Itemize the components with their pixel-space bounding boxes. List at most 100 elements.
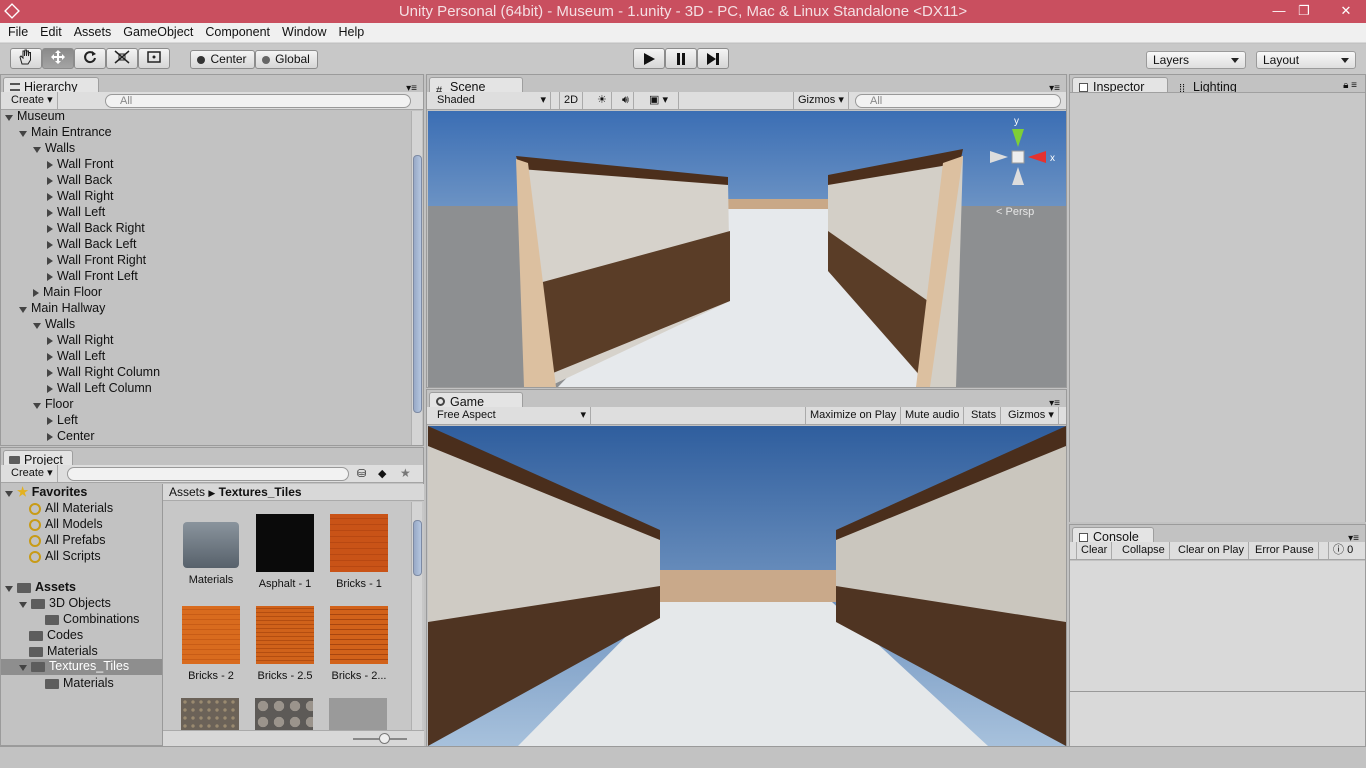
tree-item[interactable]: Wall Left	[47, 349, 105, 364]
global-toggle[interactable]: Global	[255, 50, 318, 69]
favorite-item[interactable]: All Scripts	[29, 549, 101, 564]
scene-search-input[interactable]: All	[855, 94, 1061, 108]
tree-item[interactable]: Walls	[33, 317, 75, 332]
scrollbar-thumb[interactable]	[413, 520, 422, 576]
menu-help[interactable]: Help	[332, 23, 370, 42]
console-clear-on-play-toggle[interactable]: Clear on Play	[1174, 542, 1250, 559]
lighting-toggle-icon[interactable]: ☀	[593, 92, 612, 109]
play-button[interactable]	[633, 48, 665, 69]
hierarchy-scrollbar[interactable]	[411, 111, 422, 445]
breadcrumb-root[interactable]: Assets	[169, 485, 205, 499]
folder-item[interactable]: Combinations	[45, 612, 139, 627]
asset-item[interactable]: Asphalt - 1	[249, 514, 321, 590]
tree-item[interactable]: Left	[47, 413, 78, 428]
hand-tool-button[interactable]	[10, 48, 42, 69]
folder-item[interactable]: 3D Objects	[19, 596, 111, 611]
tree-item[interactable]: Center	[47, 429, 95, 444]
filter-type-icon[interactable]: ⛁	[357, 467, 366, 480]
tree-item[interactable]: Wall Left	[47, 205, 105, 220]
asset-item[interactable]: Bricks - 2...	[323, 606, 395, 682]
asset-item[interactable]: Materials	[175, 514, 247, 586]
material-thumbnail[interactable]	[255, 698, 313, 730]
menu-file[interactable]: File	[2, 23, 34, 42]
aspect-dropdown[interactable]: Free Aspect ▾	[433, 407, 591, 424]
tree-item[interactable]: Wall Back	[47, 173, 112, 188]
material-thumbnail[interactable]	[181, 698, 239, 730]
folder-item[interactable]: Codes	[29, 628, 83, 643]
gizmos-dropdown[interactable]: Gizmos ▾	[1004, 407, 1059, 424]
console-collapse-toggle[interactable]: Collapse	[1118, 542, 1170, 559]
assets-header[interactable]: Assets	[5, 580, 76, 595]
scrollbar-thumb[interactable]	[413, 155, 422, 413]
pivot-toggle[interactable]: Center	[190, 50, 255, 69]
menu-gameobject[interactable]: GameObject	[117, 23, 199, 42]
breadcrumb-current[interactable]: Textures_Tiles	[219, 485, 302, 499]
console-clear-button[interactable]: Clear	[1076, 542, 1113, 559]
asset-item[interactable]: Bricks - 1	[323, 514, 395, 590]
tree-item[interactable]: Main Entrance	[19, 125, 112, 140]
hierarchy-create-button[interactable]: Create ▾	[7, 92, 58, 109]
pause-button[interactable]	[665, 48, 697, 69]
effects-dropdown-icon[interactable]: ▣ ▾	[645, 92, 679, 109]
rotate-tool-button[interactable]	[74, 48, 106, 69]
hierarchy-search-input[interactable]: All	[105, 94, 411, 108]
maximize-on-play-toggle[interactable]: Maximize on Play	[805, 407, 902, 424]
tree-item[interactable]: Wall Back Right	[47, 221, 145, 236]
close-button[interactable]: ✕	[1326, 0, 1366, 22]
tree-item[interactable]: Wall Front Right	[47, 253, 146, 268]
star-icon[interactable]: ★	[400, 466, 411, 480]
tree-item[interactable]: Museum	[5, 109, 65, 124]
shading-dropdown[interactable]: Shaded ▾	[433, 92, 551, 109]
asset-scrollbar[interactable]	[411, 502, 422, 730]
material-thumbnail[interactable]	[329, 698, 387, 730]
tree-item[interactable]: Main Floor	[33, 285, 102, 300]
menu-assets[interactable]: Assets	[68, 23, 118, 42]
layers-dropdown[interactable]: Layers	[1146, 51, 1246, 69]
favorite-item[interactable]: All Prefabs	[29, 533, 105, 548]
move-tool-button[interactable]	[42, 48, 74, 69]
console-detail-area[interactable]	[1070, 691, 1365, 747]
filter-label-icon[interactable]: ◆	[378, 467, 386, 480]
restore-button[interactable]: ❐	[1289, 0, 1319, 22]
tree-item[interactable]: Wall Right Column	[47, 365, 160, 380]
tree-item[interactable]: Wall Left Column	[47, 381, 152, 396]
mode-2d-button[interactable]: 2D	[559, 92, 584, 109]
menu-window[interactable]: Window	[276, 23, 332, 42]
favorite-item[interactable]: All Models	[29, 517, 103, 532]
project-search-input[interactable]	[67, 467, 349, 481]
tree-item[interactable]: Wall Right	[47, 189, 114, 204]
persp-label[interactable]: < Persp	[996, 206, 1034, 218]
tree-item[interactable]: Wall Front	[47, 157, 114, 172]
tree-item[interactable]: Main Hallway	[19, 301, 105, 316]
scale-tool-button[interactable]	[106, 48, 138, 69]
layout-dropdown[interactable]: Layout	[1256, 51, 1356, 69]
favorites-header[interactable]: ★ Favorites	[5, 485, 87, 500]
menu-component[interactable]: Component	[199, 23, 276, 42]
size-slider-handle[interactable]	[379, 733, 390, 744]
error-count-toggle[interactable]: ⓘ 0	[1328, 542, 1357, 559]
tree-item[interactable]: Wall Right	[47, 333, 114, 348]
console-panel: Console ▾≡ Clear Collapse Clear on Play …	[1069, 524, 1366, 747]
favorite-item[interactable]: All Materials	[29, 501, 113, 516]
console-log-area[interactable]	[1070, 561, 1365, 691]
stats-toggle[interactable]: Stats	[967, 407, 1002, 424]
audio-toggle-icon[interactable]: 🔊︎	[618, 92, 634, 109]
tree-item[interactable]: Walls	[33, 141, 75, 156]
tree-item[interactable]: Floor	[33, 397, 73, 412]
folder-item-selected[interactable]: Textures_Tiles	[1, 659, 162, 675]
folder-item[interactable]: Materials	[45, 676, 114, 691]
scene-viewport[interactable]: y x < Persp	[428, 111, 1066, 387]
tree-item[interactable]: Wall Back Left	[47, 237, 136, 252]
step-button[interactable]	[697, 48, 729, 69]
menu-edit[interactable]: Edit	[34, 23, 68, 42]
gizmos-dropdown[interactable]: Gizmos ▾	[793, 92, 849, 109]
lock-icon[interactable]: 🔒︎ ≡	[1343, 80, 1357, 91]
tree-item[interactable]: Wall Front Left	[47, 269, 138, 284]
asset-item[interactable]: Bricks - 2.5	[249, 606, 321, 682]
rect-tool-button[interactable]	[138, 48, 170, 69]
console-error-pause-toggle[interactable]: Error Pause	[1251, 542, 1319, 559]
project-create-button[interactable]: Create ▾	[7, 465, 58, 482]
mute-audio-toggle[interactable]: Mute audio	[901, 407, 965, 424]
asset-item[interactable]: Bricks - 2	[175, 606, 247, 682]
folder-item[interactable]: Materials	[29, 644, 98, 659]
